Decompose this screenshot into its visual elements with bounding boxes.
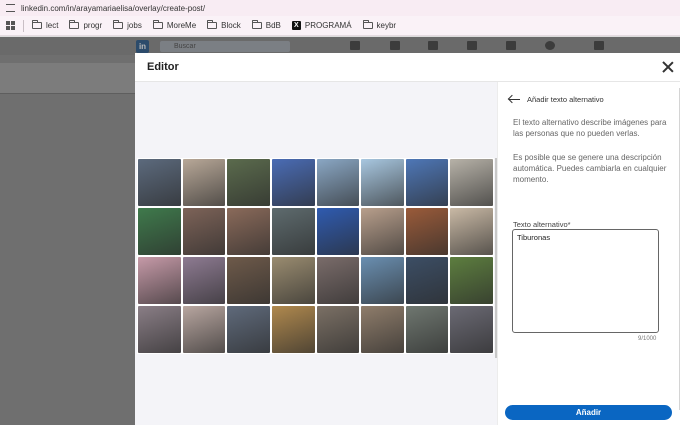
jobs-icon[interactable]	[428, 41, 438, 50]
collage-photo	[138, 306, 181, 353]
collage-photo	[316, 208, 360, 255]
alt-panel-title: Añadir texto alternativo	[527, 94, 604, 104]
collage-photo	[450, 257, 493, 304]
collage-photo	[405, 306, 449, 353]
collage-photo	[138, 159, 181, 206]
collage-photo	[316, 159, 360, 206]
messaging-icon[interactable]	[467, 41, 477, 50]
bookmarks-bar: lect progr jobs MoreMe Block BdB X PROGRA…	[0, 16, 680, 36]
modal-header: Editor	[135, 53, 680, 82]
bookmarks-divider	[23, 19, 24, 32]
collage-photo	[182, 208, 226, 255]
collage-photo	[271, 306, 315, 353]
folder-icon	[69, 20, 80, 29]
collage-photo	[450, 159, 493, 206]
home-icon[interactable]	[350, 41, 360, 50]
bookmark-programa[interactable]: X PROGRAMÁ	[291, 21, 352, 30]
bookmark-bdb[interactable]: BdB	[251, 20, 281, 30]
collage-photo	[405, 257, 449, 304]
image-preview-area	[135, 82, 497, 425]
folder-icon	[32, 20, 42, 29]
bookmark-lect[interactable]: lect	[32, 20, 58, 30]
collage-photo	[182, 306, 226, 353]
folder-icon	[113, 20, 124, 29]
bookmark-progr[interactable]: progr	[69, 20, 102, 30]
photo-collage	[137, 158, 494, 354]
page-divider	[0, 93, 136, 94]
collage-photo	[361, 208, 404, 255]
bookmark-keybr[interactable]: keybr	[362, 20, 396, 30]
alt-text-input[interactable]: Tiburonas	[512, 229, 659, 333]
collage-photo	[138, 208, 181, 255]
collage-photo	[361, 257, 404, 304]
alt-text-panel: Añadir texto alternativo El texto altern…	[497, 82, 680, 425]
collage-photo	[450, 208, 493, 255]
collage-photo	[361, 306, 404, 353]
alt-description-auto: Es posible que se genere una descripción…	[513, 153, 667, 184]
collage-photo	[271, 159, 315, 206]
avatar[interactable]	[545, 41, 555, 50]
collage-photo	[227, 257, 270, 304]
folder-icon	[362, 20, 373, 29]
x-logo-icon: X	[291, 21, 301, 30]
network-icon[interactable]	[390, 41, 400, 50]
linkedin-logo-icon: in	[136, 40, 149, 53]
folder-icon	[251, 20, 262, 29]
collage-photo	[361, 159, 404, 206]
add-button[interactable]: Añadir	[505, 405, 672, 420]
apps-grid-icon[interactable]	[594, 41, 604, 50]
editor-modal: Editor Añadir texto alternativo El texto…	[135, 53, 680, 425]
notifications-icon[interactable]	[506, 41, 516, 50]
page-left-panel	[0, 63, 136, 93]
bookmark-block[interactable]: Block	[207, 20, 241, 30]
collage-photo	[316, 257, 360, 304]
collage-photo	[182, 257, 226, 304]
alt-panel-header: Añadir texto alternativo	[508, 94, 604, 104]
browser-url-bar[interactable]: linkedin.com/in/arayamariaelisa/overlay/…	[0, 0, 680, 16]
modal-title: Editor	[147, 61, 179, 73]
back-arrow-icon[interactable]	[508, 94, 520, 104]
collage-photo	[271, 257, 315, 304]
collage-photo	[405, 208, 449, 255]
bookmark-moreme[interactable]: MoreMe	[152, 20, 196, 30]
collage-photo	[405, 159, 449, 206]
collage-photo	[271, 208, 315, 255]
collage-photo	[450, 306, 493, 353]
site-settings-icon[interactable]	[6, 4, 15, 12]
url-text[interactable]: linkedin.com/in/arayamariaelisa/overlay/…	[21, 4, 205, 13]
bookmark-jobs[interactable]: jobs	[113, 20, 142, 30]
collage-photo	[227, 208, 270, 255]
collage-photo	[227, 306, 270, 353]
collage-photo	[227, 159, 270, 206]
linkedin-search-input[interactable]: Buscar	[160, 41, 290, 52]
folder-icon	[152, 20, 163, 29]
folder-icon	[207, 20, 218, 29]
close-icon[interactable]	[662, 61, 674, 73]
alt-description: El texto alternativo describe imágenes p…	[513, 118, 667, 138]
collage-photo	[138, 257, 181, 304]
apps-grid-icon[interactable]	[6, 21, 15, 30]
alt-text-label: Texto alternativo*	[513, 220, 571, 229]
char-counter: 9/1000	[638, 336, 657, 342]
collage-photo	[316, 306, 360, 353]
collage-photo	[182, 159, 226, 206]
